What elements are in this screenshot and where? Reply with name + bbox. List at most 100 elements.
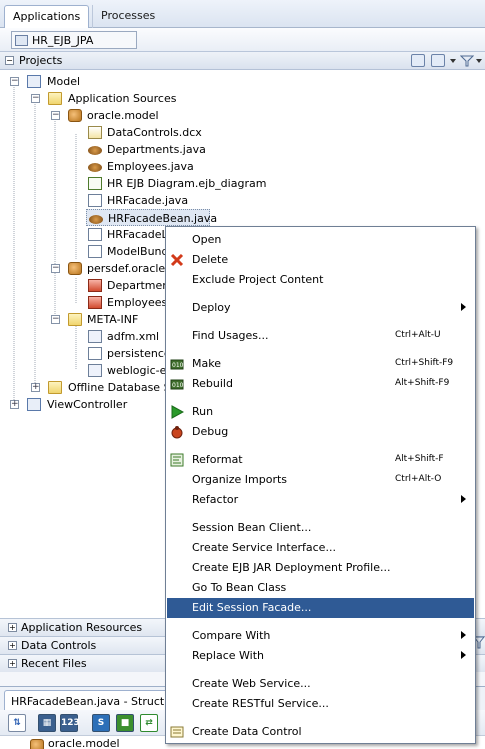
menu-item-create-web-service[interactable]: Create Web Service... <box>167 674 474 694</box>
expand-icon[interactable]: + <box>10 400 19 409</box>
menu-item-create-service-interface[interactable]: Create Service Interface... <box>167 538 474 558</box>
menu-item-delete[interactable]: Delete <box>167 250 474 270</box>
java-interface-icon <box>88 228 102 241</box>
submenu-arrow-icon <box>461 303 466 311</box>
tree-node-label: Employees.java <box>107 160 194 173</box>
accordion-label: Data Controls <box>21 639 97 652</box>
expand-icon[interactable]: + <box>31 383 40 392</box>
expand-icon[interactable]: + <box>8 641 17 650</box>
xml-file-icon <box>88 330 102 343</box>
menu-item-label: Deploy <box>192 301 231 314</box>
tree-node-persistence[interactable]: persistence <box>88 345 171 362</box>
collapse-icon[interactable]: − <box>31 94 40 103</box>
projects-panel-header[interactable]: − Projects <box>0 52 485 70</box>
collapse-icon[interactable]: − <box>51 264 60 273</box>
navigator-options-icon[interactable] <box>431 54 445 67</box>
collapse-icon[interactable]: − <box>10 77 19 86</box>
menu-shortcut: Alt+Shift-F <box>395 454 444 464</box>
menu-item-replace-with[interactable]: Replace With <box>167 646 474 666</box>
tree-node-meta-inf[interactable]: − META-INF <box>51 311 166 328</box>
tree-node-hrfacade[interactable]: HRFacade.java <box>88 192 208 209</box>
accordion-label: Recent Files <box>21 657 87 670</box>
submenu-arrow-icon <box>461 495 466 503</box>
menu-item-refactor[interactable]: Refactor <box>167 490 474 510</box>
menu-item-go-to-bean-class[interactable]: Go To Bean Class <box>167 578 474 598</box>
entity-icon <box>88 296 102 309</box>
tree-node-datacontrols[interactable]: DataControls.dcx <box>88 124 208 141</box>
submenu-arrow-icon <box>461 651 466 659</box>
collapse-icon[interactable]: − <box>51 111 60 120</box>
chevron-down-icon[interactable] <box>476 59 483 64</box>
static-icon[interactable]: S <box>92 714 110 732</box>
menu-item-label: Go To Bean Class <box>192 581 287 594</box>
tree-node-hrfacadelocal[interactable]: HRFacadeLo <box>88 226 174 243</box>
tab-processes[interactable]: Processes <box>92 5 163 28</box>
tree-node-adfm[interactable]: adfm.xml <box>88 328 168 345</box>
expand-icon[interactable]: + <box>8 623 17 632</box>
accordion-label: Application Resources <box>21 621 143 634</box>
menu-item-label: Create Web Service... <box>192 677 311 690</box>
search-icon[interactable] <box>411 54 425 67</box>
menu-item-edit-session-facade[interactable]: Edit Session Facade... <box>167 598 474 618</box>
tree-node-hrfacadebean[interactable]: HRFacadeBean.java <box>86 209 217 226</box>
tree-node-hr-ejb-diagram[interactable]: HR EJB Diagram.ejb_diagram <box>88 175 266 192</box>
tab-structure[interactable]: HRFacadeBean.java - Structure <box>4 690 179 711</box>
menu-separator <box>170 669 471 670</box>
tree-node-viewcontroller[interactable]: + ViewController <box>10 396 150 413</box>
menu-item-open[interactable]: Open <box>167 230 474 250</box>
view-icon[interactable]: ▦ <box>38 714 56 732</box>
context-menu: Open Delete Exclude Project Content Depl… <box>165 226 476 744</box>
menu-item-label: Exclude Project Content <box>192 273 324 286</box>
tree-node-weblogic[interactable]: weblogic-ejb <box>88 362 176 379</box>
application-selector[interactable]: HR_EJB_JPA <box>11 31 137 49</box>
svg-text:010: 010 <box>172 382 184 389</box>
menu-item-session-bean-client[interactable]: Session Bean Client... <box>167 518 474 538</box>
menu-separator <box>170 397 471 398</box>
structure-root-item[interactable]: oracle.model <box>48 737 120 749</box>
sort-icon[interactable]: ⇅ <box>8 714 26 732</box>
menu-item-create-ejb-jar[interactable]: Create EJB JAR Deployment Profile... <box>167 558 474 578</box>
collapse-icon[interactable]: − <box>51 315 60 324</box>
menu-item-debug[interactable]: Debug <box>167 422 474 442</box>
tree-node-model[interactable]: − Model <box>10 73 130 90</box>
menu-item-deploy[interactable]: Deploy <box>167 298 474 318</box>
tree-node-persdef[interactable]: − persdef.oracle.m <box>51 260 179 277</box>
tree-node-application-sources[interactable]: − Application Sources <box>31 90 176 107</box>
menu-item-label: Create RESTful Service... <box>192 697 329 710</box>
chevron-down-icon[interactable] <box>450 59 457 64</box>
tree-node-persdef-departments[interactable]: Department <box>88 277 174 294</box>
lock-icon[interactable]: ■ <box>116 714 134 732</box>
menu-item-create-restful-service[interactable]: Create RESTful Service... <box>167 694 474 714</box>
navigator-tab-bar: Applications Processes <box>0 0 485 28</box>
tree-node-modelbundle[interactable]: ModelBundle <box>88 243 178 260</box>
tree-node-persdef-employees[interactable]: Employees.: <box>88 294 174 311</box>
menu-item-run[interactable]: Run <box>167 402 474 422</box>
run-icon <box>171 405 184 419</box>
menu-item-find-usages[interactable]: Find Usages... Ctrl+Alt-U <box>167 326 474 346</box>
filter-icon[interactable] <box>460 55 474 67</box>
sync-icon[interactable]: ⇄ <box>140 714 158 732</box>
tree-node-oracle-model[interactable]: − oracle.model <box>51 107 171 124</box>
svg-text:010: 010 <box>172 362 184 369</box>
folder-icon <box>48 92 62 105</box>
menu-item-organize-imports[interactable]: Organize Imports Ctrl+Alt-O <box>167 470 474 490</box>
menu-item-make[interactable]: 010 Make Ctrl+Shift-F9 <box>167 354 474 374</box>
menu-item-exclude[interactable]: Exclude Project Content <box>167 270 474 290</box>
menu-separator <box>170 445 471 446</box>
menu-item-label: Replace With <box>192 649 264 662</box>
menu-separator <box>170 321 471 322</box>
expand-icon[interactable]: + <box>8 659 17 668</box>
menu-item-rebuild[interactable]: 010 Rebuild Alt+Shift-F9 <box>167 374 474 394</box>
tab-applications[interactable]: Applications <box>4 5 90 28</box>
numbers-icon[interactable]: 123 <box>60 714 80 732</box>
tree-node-offline-database[interactable]: + Offline Database So <box>31 379 177 396</box>
tree-node-employees[interactable]: Employees.java <box>88 158 208 175</box>
menu-item-reformat[interactable]: Reformat Alt+Shift-F <box>167 450 474 470</box>
session-bean-icon <box>89 215 103 224</box>
collapse-icon[interactable]: − <box>5 56 14 65</box>
tree-node-departments[interactable]: Departments.java <box>88 141 208 158</box>
menu-item-label: Compare With <box>192 629 271 642</box>
menu-item-compare-with[interactable]: Compare With <box>167 626 474 646</box>
tree-node-label: Model <box>47 75 81 88</box>
menu-item-create-data-control[interactable]: Create Data Control <box>167 722 474 742</box>
